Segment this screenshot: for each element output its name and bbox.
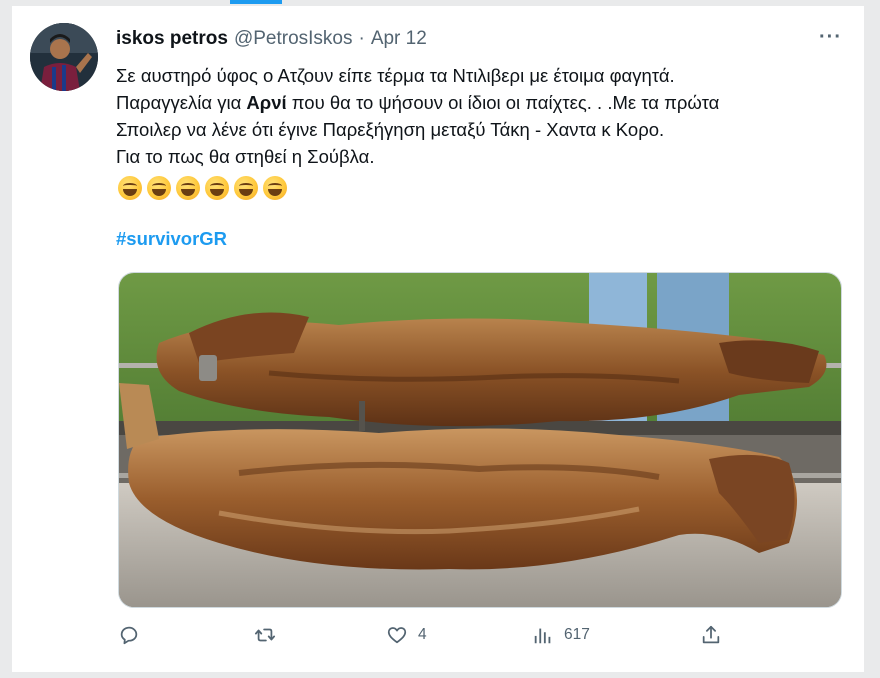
active-tab-indicator (230, 0, 282, 4)
tweet-header: iskos petros @PetrosIskos · Apr 12 ··· (116, 26, 844, 52)
avatar[interactable] (30, 23, 98, 91)
tweet-text-line: Παραγγελία για Αρνί που θα το ψήσουν οι … (116, 92, 720, 113)
like-button[interactable]: 4 (386, 624, 427, 646)
hashtag-link[interactable]: #survivorGR (116, 228, 227, 250)
bold-word: Αρνί (246, 92, 287, 113)
reply-button[interactable] (118, 624, 150, 646)
analytics-bars-icon (534, 628, 551, 644)
reply-icon (120, 626, 138, 645)
tweet-text-line: Για το πως θα στηθεί η Σούβλα. (116, 146, 375, 167)
tweet-media-image[interactable] (118, 272, 842, 608)
like-count: 4 (418, 626, 427, 643)
laughing-tears-emoji-icon (176, 176, 200, 200)
heart-icon (387, 627, 407, 644)
retweet-button[interactable] (254, 624, 286, 646)
views-count: 617 (564, 626, 590, 643)
sweat-smile-emoji-icon (205, 176, 229, 200)
tweet-text-line: Σε αυστηρό ύφος ο Ατζουν είπε τέρμα τα Ν… (116, 65, 675, 86)
tweet-date[interactable]: Apr 12 (371, 28, 427, 50)
emoji-row (118, 176, 287, 200)
tweet-actions-bar: 4 617 (116, 624, 736, 652)
more-options-button[interactable]: ··· (819, 26, 842, 49)
sweat-smile-emoji-icon (263, 176, 287, 200)
views-button[interactable]: 617 (532, 624, 590, 646)
laughing-tears-emoji-icon (147, 176, 171, 200)
sweat-smile-emoji-icon (234, 176, 258, 200)
user-handle[interactable]: @PetrosIskos (234, 28, 353, 50)
retweet-icon (254, 628, 276, 642)
share-button[interactable] (700, 624, 732, 646)
display-name[interactable]: iskos petros (116, 28, 228, 50)
laughing-tears-emoji-icon (118, 176, 142, 200)
header-separator: · (358, 28, 365, 49)
tweet-text: Σε αυστηρό ύφος ο Ατζουν είπε τέρμα τα Ν… (116, 62, 856, 170)
tweet-card[interactable]: iskos petros @PetrosIskos · Apr 12 ··· Σ… (12, 6, 864, 672)
share-upload-icon (702, 625, 720, 644)
tweet-text-line: Σποιλερ να λένε ότι έγινε Παρεξήγηση μετ… (116, 119, 665, 140)
